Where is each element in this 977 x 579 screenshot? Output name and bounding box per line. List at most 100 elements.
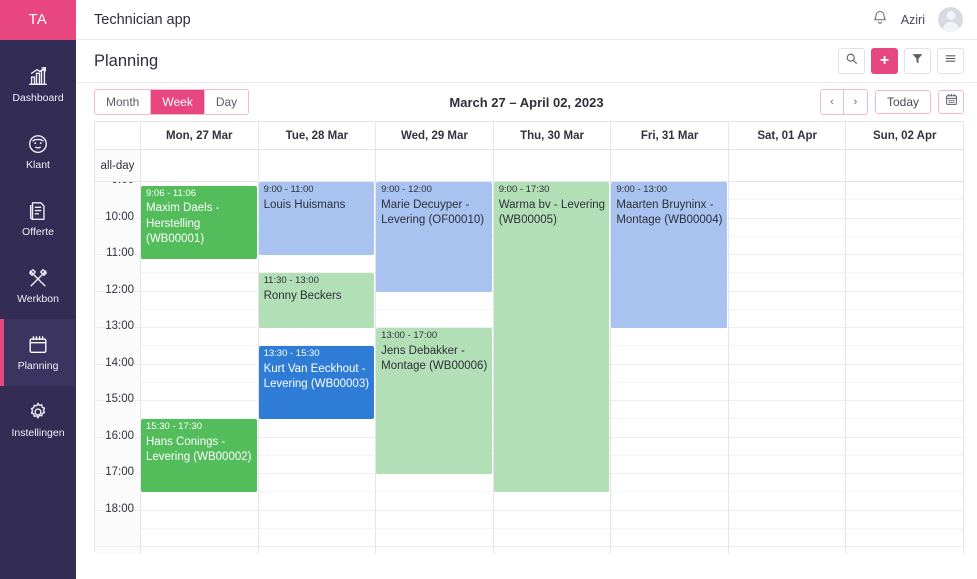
time-cell[interactable] bbox=[141, 365, 258, 383]
sidebar-item-planning[interactable]: Planning bbox=[0, 319, 76, 386]
all-day-cell[interactable] bbox=[729, 150, 847, 181]
time-cell[interactable] bbox=[258, 456, 376, 474]
time-cell[interactable] bbox=[611, 383, 728, 401]
all-day-cell[interactable] bbox=[141, 150, 259, 181]
time-cell[interactable] bbox=[846, 401, 964, 420]
day-header-sun[interactable]: Sun, 02 Apr bbox=[846, 122, 965, 149]
prev-week-button[interactable]: ‹ bbox=[820, 90, 844, 114]
day-header-tue[interactable]: Tue, 28 Mar bbox=[259, 122, 377, 149]
time-cell[interactable] bbox=[258, 474, 376, 493]
view-button-month[interactable]: Month bbox=[95, 90, 152, 114]
time-cell[interactable] bbox=[493, 511, 611, 529]
calendar-event[interactable]: 13:30 - 15:30 Kurt Van Eeckhout - Leverin… bbox=[258, 346, 375, 420]
sidebar-item-klant[interactable]: Klant bbox=[0, 118, 76, 185]
time-cell[interactable] bbox=[376, 292, 493, 310]
sidebar-item-instellingen[interactable]: Instellingen bbox=[0, 386, 76, 453]
time-cell[interactable] bbox=[141, 401, 258, 420]
time-cell[interactable] bbox=[611, 346, 728, 365]
time-cell[interactable] bbox=[376, 310, 493, 328]
time-cell[interactable] bbox=[728, 273, 846, 292]
calendar-event[interactable]: 9:00 - 17:30 Warma bv - Levering (WB00005… bbox=[493, 182, 610, 493]
calendar-event[interactable]: 11:30 - 13:00 Ronny Beckers bbox=[258, 273, 375, 328]
time-cell[interactable] bbox=[141, 346, 258, 365]
time-cell[interactable] bbox=[258, 511, 376, 529]
time-cell[interactable] bbox=[728, 237, 846, 255]
time-cell[interactable] bbox=[728, 438, 846, 456]
time-cell[interactable] bbox=[611, 401, 728, 420]
time-cell[interactable] bbox=[846, 255, 964, 274]
time-cell[interactable] bbox=[728, 310, 846, 328]
time-cell[interactable] bbox=[846, 529, 964, 547]
time-cell[interactable] bbox=[846, 219, 964, 237]
time-cell[interactable] bbox=[141, 529, 258, 547]
time-cell[interactable] bbox=[846, 273, 964, 292]
sidebar-item-offerte[interactable]: Offerte bbox=[0, 185, 76, 252]
time-cell[interactable] bbox=[141, 292, 258, 310]
add-button[interactable]: + bbox=[871, 48, 898, 74]
time-cell[interactable] bbox=[846, 346, 964, 365]
day-header-fri[interactable]: Fri, 31 Mar bbox=[611, 122, 729, 149]
time-cell[interactable] bbox=[611, 328, 728, 347]
time-cell[interactable] bbox=[728, 328, 846, 347]
time-cell[interactable] bbox=[728, 365, 846, 383]
day-header-wed[interactable]: Wed, 29 Mar bbox=[376, 122, 494, 149]
time-cell[interactable] bbox=[846, 200, 964, 219]
next-week-button[interactable]: › bbox=[843, 90, 867, 114]
time-cell[interactable] bbox=[611, 511, 728, 529]
time-cell[interactable] bbox=[728, 492, 846, 511]
time-cell[interactable] bbox=[611, 492, 728, 511]
time-cell[interactable] bbox=[258, 438, 376, 456]
time-cell[interactable] bbox=[728, 401, 846, 420]
time-cell[interactable] bbox=[846, 419, 964, 438]
time-cell[interactable] bbox=[846, 182, 964, 201]
day-column-sun[interactable] bbox=[846, 182, 964, 554]
time-cell[interactable] bbox=[141, 511, 258, 529]
time-cell[interactable] bbox=[728, 346, 846, 365]
time-cell[interactable] bbox=[611, 456, 728, 474]
time-cell[interactable] bbox=[846, 328, 964, 347]
time-cell[interactable] bbox=[728, 219, 846, 237]
time-cell[interactable] bbox=[846, 365, 964, 383]
time-cell[interactable] bbox=[376, 511, 493, 529]
calendar-event[interactable]: 9:00 - 12:00 Marie Decuyper - Levering (O… bbox=[376, 182, 492, 292]
time-cell[interactable] bbox=[846, 511, 964, 529]
time-cell[interactable] bbox=[846, 492, 964, 511]
time-cell[interactable] bbox=[846, 310, 964, 328]
time-cell[interactable] bbox=[728, 383, 846, 401]
day-column-mon[interactable]: 9:06 - 11:06 Maxim Daels - Herstelling (W… bbox=[141, 182, 259, 554]
time-cell[interactable] bbox=[258, 255, 376, 274]
time-cell[interactable] bbox=[376, 474, 493, 493]
view-button-day[interactable]: Day bbox=[204, 90, 249, 114]
time-cell[interactable] bbox=[611, 529, 728, 547]
time-cell[interactable] bbox=[258, 529, 376, 547]
time-cell[interactable] bbox=[846, 474, 964, 493]
time-cell[interactable] bbox=[611, 474, 728, 493]
time-cell[interactable] bbox=[728, 255, 846, 274]
time-cell[interactable] bbox=[728, 474, 846, 493]
time-cell[interactable] bbox=[611, 365, 728, 383]
time-cell[interactable] bbox=[728, 292, 846, 310]
time-cell[interactable] bbox=[611, 419, 728, 438]
time-cell[interactable] bbox=[141, 328, 258, 347]
time-cell[interactable] bbox=[493, 492, 611, 511]
view-button-week[interactable]: Week bbox=[151, 90, 205, 114]
time-cell[interactable] bbox=[376, 529, 493, 547]
time-cell[interactable] bbox=[728, 419, 846, 438]
time-cell[interactable] bbox=[846, 383, 964, 401]
time-cell[interactable] bbox=[141, 273, 258, 292]
time-cell[interactable] bbox=[728, 200, 846, 219]
time-cell[interactable] bbox=[846, 292, 964, 310]
time-cell[interactable] bbox=[846, 456, 964, 474]
calendar-event[interactable]: 9:00 - 11:00 Louis Huismans bbox=[258, 182, 375, 255]
day-header-mon[interactable]: Mon, 27 Mar bbox=[141, 122, 259, 149]
app-logo[interactable]: TA bbox=[0, 0, 76, 40]
all-day-cell[interactable] bbox=[376, 150, 494, 181]
time-cell[interactable] bbox=[846, 438, 964, 456]
sidebar-item-dashboard[interactable]: Dashboard bbox=[0, 51, 76, 118]
all-day-cell[interactable] bbox=[611, 150, 729, 181]
day-column-wed[interactable]: 9:00 - 12:00 Marie Decuyper - Levering (O… bbox=[376, 182, 494, 554]
calendar-event[interactable]: 13:00 - 17:00 Jens Debakker - Montage (WB… bbox=[376, 328, 492, 474]
all-day-cell[interactable] bbox=[259, 150, 377, 181]
all-day-cell[interactable] bbox=[494, 150, 612, 181]
time-cell[interactable] bbox=[728, 511, 846, 529]
